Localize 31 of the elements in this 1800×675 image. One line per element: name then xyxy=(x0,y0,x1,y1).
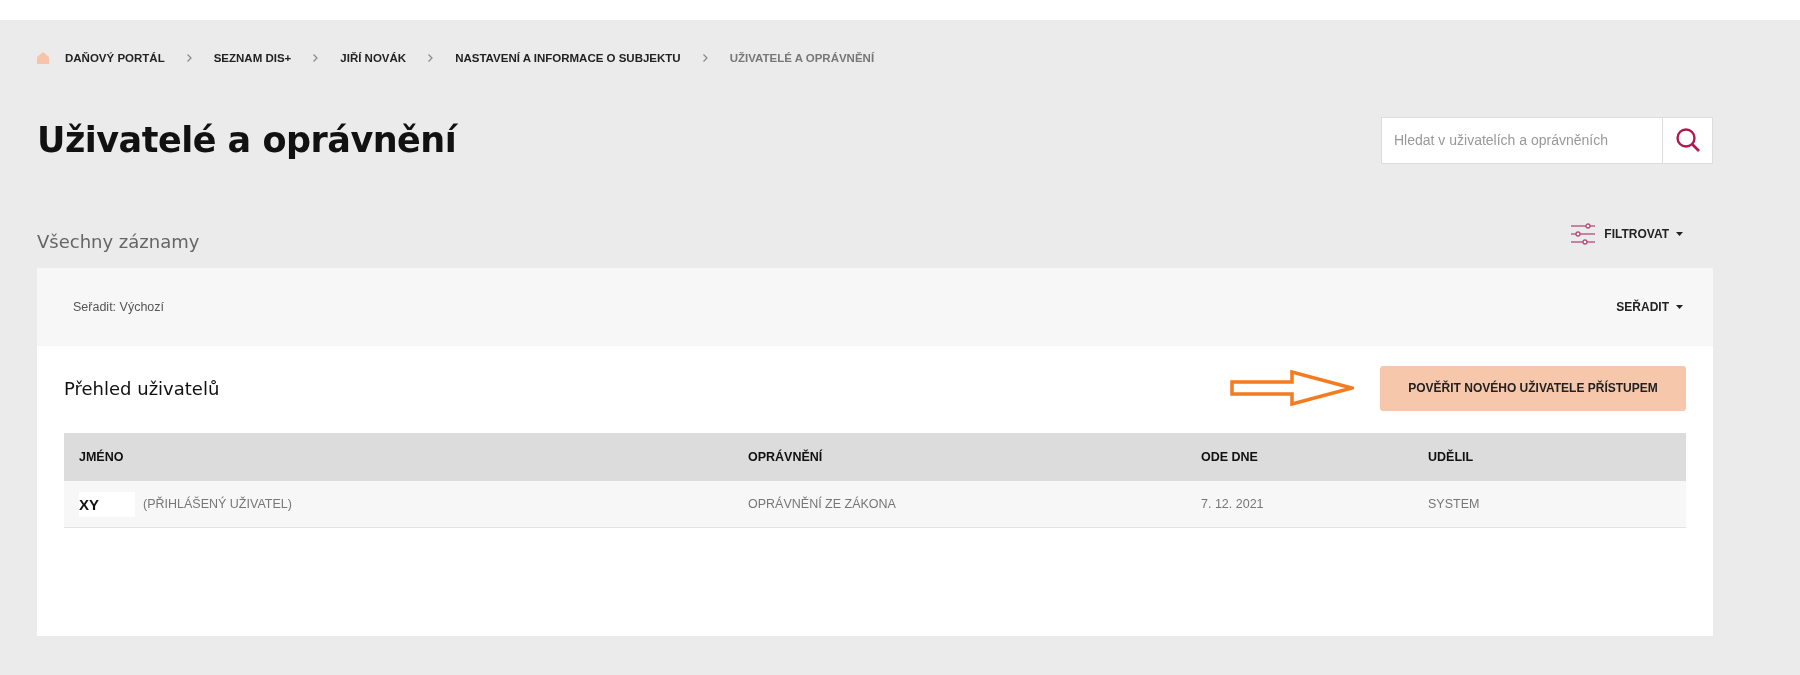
filter-button[interactable]: FILTROVAT xyxy=(1571,223,1683,245)
sort-button[interactable]: SEŘADIT xyxy=(1616,300,1683,314)
section-title: Všechny záznamy xyxy=(37,230,200,252)
page-title: Uživatelé a oprávnění xyxy=(37,120,457,160)
user-note: (PŘIHLÁŠENÝ UŽIVATEL) xyxy=(143,497,292,511)
panel-title: Přehled uživatelů xyxy=(64,377,220,399)
user-name: XY xyxy=(79,491,135,517)
chevron-icon xyxy=(428,54,434,62)
breadcrumb-link[interactable]: NASTAVENÍ A INFORMACE O SUBJEKTU xyxy=(455,52,681,64)
column-header: OPRÁVNĚNÍ xyxy=(748,450,824,464)
chevron-icon xyxy=(702,54,708,62)
search-button[interactable] xyxy=(1662,116,1713,164)
table-cell-text: SYSTEM xyxy=(1428,497,1481,511)
table-cell-text: OPRÁVNĚNÍ ZE ZÁKONA xyxy=(748,497,897,511)
column-header: JMÉNO xyxy=(79,450,125,464)
sort-label: Seřadit: Výchozí xyxy=(73,300,164,314)
search-icon xyxy=(1674,127,1701,153)
add-user-button[interactable]: POVĚŘIT NOVÉHO UŽIVATELE PŘÍSTUPEM xyxy=(1380,365,1686,411)
breadcrumb-link[interactable]: JIŘÍ NOVÁK xyxy=(340,52,407,64)
search-field[interactable]: Hledat v uživatelích a oprávněních xyxy=(1381,116,1662,164)
sliders-icon xyxy=(1571,223,1596,245)
table-cell-text: 7. 12. 2021 xyxy=(1201,497,1265,511)
caret-icon xyxy=(1676,232,1683,236)
column-header: UDĚLIL xyxy=(1428,450,1475,464)
chevron-icon xyxy=(313,54,319,62)
breadcrumb-link[interactable]: UŽIVATELÉ A OPRÁVNĚNÍ xyxy=(729,52,875,64)
column-header: ODE DNE xyxy=(1201,450,1259,464)
breadcrumb-link[interactable]: SEZNAM DIS+ xyxy=(213,52,292,64)
breadcrumb-link[interactable]: DAŇOVÝ PORTÁL xyxy=(65,52,165,64)
caret-icon xyxy=(1676,305,1683,309)
chevron-icon xyxy=(186,54,192,62)
